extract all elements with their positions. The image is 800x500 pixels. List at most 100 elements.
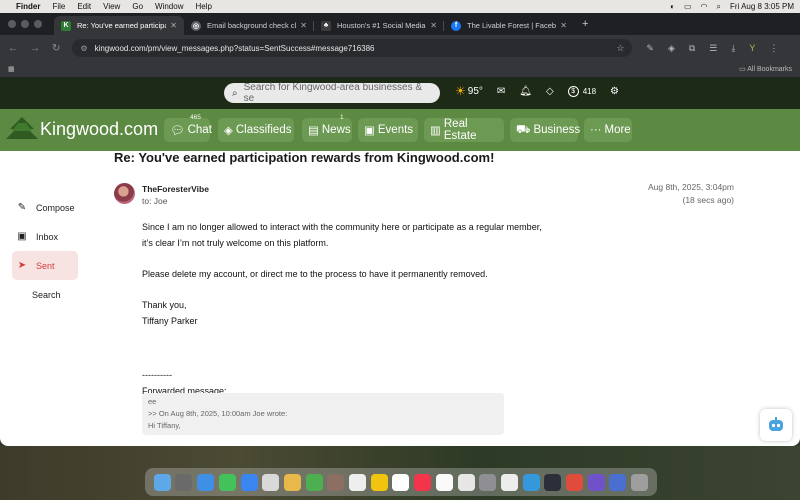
finder-icon[interactable] xyxy=(153,473,171,491)
settings-gear-icon[interactable]: ⚙ xyxy=(610,86,619,97)
sender-name[interactable]: TheForesterVibe xyxy=(142,184,209,194)
app-icon[interactable] xyxy=(544,473,562,491)
maps-icon[interactable] xyxy=(262,473,280,491)
browser-tab[interactable]: ◎ Email background check clea ✕ xyxy=(184,16,314,35)
dots-icon: ··· xyxy=(590,124,602,136)
nav-classifieds[interactable]: ◈ Classifieds xyxy=(218,118,294,142)
facetime-icon[interactable] xyxy=(305,473,323,491)
reload-icon[interactable]: ↻ xyxy=(52,43,60,54)
mail-icon[interactable]: ✉ xyxy=(497,86,505,97)
kingwood-logo[interactable]: Kingwood.com xyxy=(4,115,158,143)
close-tab-icon[interactable]: ✕ xyxy=(560,21,567,30)
menu-view[interactable]: View xyxy=(103,2,120,11)
sidebar-label: Compose xyxy=(36,202,75,213)
message-subject: Re: You've earned participation rewards … xyxy=(114,150,495,165)
sidebar-item-sent[interactable]: ➤ Sent xyxy=(12,251,78,280)
profile-icon[interactable]: Y xyxy=(749,43,755,54)
puzzle-icon[interactable]: ⧉ xyxy=(689,43,695,54)
app-icon[interactable] xyxy=(609,473,627,491)
close-window-button[interactable] xyxy=(8,20,16,28)
browser-tab[interactable]: ♣ Houston's #1 Social Media Ne ✕ xyxy=(314,16,444,35)
signoff: Thank you, xyxy=(142,300,187,310)
send-icon: ➤ xyxy=(17,260,27,271)
settings-app-icon[interactable] xyxy=(479,473,497,491)
window-controls xyxy=(8,20,42,28)
address-bar[interactable]: ⚙ kingwood.com/pm/view_messages.php?stat… xyxy=(72,39,633,57)
download-icon[interactable]: ⤓ xyxy=(731,43,735,54)
trash-icon[interactable] xyxy=(631,473,649,491)
music-icon[interactable] xyxy=(414,473,432,491)
site-info-icon[interactable]: ⚙ xyxy=(80,44,87,53)
nav-real-estate[interactable]: ▥ Real Estate xyxy=(424,118,504,142)
calendar-icon[interactable] xyxy=(349,473,367,491)
site-search-input[interactable]: ⌕ Search for Kingwood-area businesses & … xyxy=(224,82,440,104)
reminders-icon[interactable] xyxy=(392,473,410,491)
more-menu-icon[interactable]: ⋮ xyxy=(769,43,778,54)
minimize-window-button[interactable] xyxy=(21,20,29,28)
tree-logo-icon xyxy=(6,117,38,139)
weather[interactable]: ☀ 95° xyxy=(455,84,483,98)
calendar-date-icon[interactable] xyxy=(435,473,453,491)
apps-icon[interactable]: ▦ xyxy=(8,65,15,73)
extension-icon[interactable]: ◈ xyxy=(668,43,675,54)
close-tab-icon[interactable]: ✕ xyxy=(300,21,307,30)
messages-icon[interactable] xyxy=(218,473,236,491)
forward-icon[interactable]: → xyxy=(30,43,40,54)
app-store-icon[interactable] xyxy=(522,473,540,491)
clock[interactable]: Fri Aug 8 3:05 PM xyxy=(730,2,794,11)
news-badge: 1 xyxy=(340,114,344,121)
quote-header: >> On Aug 8th, 2025, 10:00am Joe wrote: xyxy=(148,409,288,418)
zoom-window-button[interactable] xyxy=(34,20,42,28)
photos-icon[interactable] xyxy=(283,473,301,491)
robot-icon xyxy=(769,417,783,431)
search-icon[interactable]: ⌕ xyxy=(716,2,720,12)
menu-go[interactable]: Go xyxy=(132,2,143,11)
nav-news[interactable]: 1 ▤ News xyxy=(302,114,352,142)
back-icon[interactable]: ← xyxy=(8,43,18,54)
close-tab-icon[interactable]: ✕ xyxy=(170,21,177,30)
nav-events[interactable]: ▣ Events xyxy=(358,118,418,142)
contacts-icon[interactable] xyxy=(327,473,345,491)
menu-window[interactable]: Window xyxy=(155,2,183,11)
nav-business[interactable]: ⛟ Business xyxy=(510,118,580,142)
launchpad-icon[interactable] xyxy=(175,473,193,491)
reading-list-icon[interactable]: ☰ xyxy=(709,43,717,54)
chrome-icon[interactable] xyxy=(566,473,584,491)
browser-toolbar: ← → ↻ ⚙ kingwood.com/pm/view_messages.ph… xyxy=(0,35,800,61)
battery-icon[interactable]: ▭ xyxy=(684,2,692,11)
safari-icon[interactable] xyxy=(197,473,215,491)
wifi-icon[interactable]: ◠ xyxy=(701,2,708,11)
coins[interactable]: $ 418 xyxy=(567,85,596,97)
sidebar-item-search[interactable]: Search xyxy=(12,280,78,309)
control-center-icon[interactable]: ◐ xyxy=(670,2,675,11)
nav-more[interactable]: ··· More xyxy=(584,118,632,142)
sidebar-item-compose[interactable]: ✎ Compose xyxy=(12,193,78,222)
menu-edit[interactable]: Edit xyxy=(77,2,91,11)
app-icon[interactable] xyxy=(587,473,605,491)
pen-icon[interactable]: ✎ xyxy=(646,43,654,54)
menu-file[interactable]: File xyxy=(52,2,65,11)
new-tab-icon[interactable]: + xyxy=(582,18,588,30)
menu-status-area: ◐ ▭ ◠ ⌕ Fri Aug 8 3:05 PM xyxy=(670,2,794,12)
nav-chat[interactable]: 465 💬︎ Chat xyxy=(164,114,212,142)
quote-mark: ee xyxy=(148,397,157,406)
assistant-bot-button[interactable] xyxy=(760,409,792,441)
notes-icon[interactable] xyxy=(370,473,388,491)
all-bookmarks[interactable]: ▭ All Bookmarks xyxy=(739,65,792,73)
avatar[interactable] xyxy=(114,183,135,204)
nav-label: News xyxy=(321,124,351,136)
menu-app-name[interactable]: Finder xyxy=(16,2,40,11)
freeform-icon[interactable] xyxy=(457,473,475,491)
sidebar-item-inbox[interactable]: ▣ Inbox xyxy=(12,222,78,251)
browser-tab[interactable]: K Re: You've earned participatio ✕ xyxy=(54,16,184,35)
mail-app-icon[interactable] xyxy=(240,473,258,491)
menu-help[interactable]: Help xyxy=(195,2,211,11)
textedit-icon[interactable] xyxy=(500,473,518,491)
nav-label: Chat xyxy=(187,124,212,136)
bell-icon[interactable]: 🔔︎ xyxy=(519,86,532,97)
bookmark-star-icon[interactable]: ☆ xyxy=(616,43,624,54)
browser-tab[interactable]: f The Livable Forest | Faceboo ✕ xyxy=(444,16,574,35)
kingwood-favicon-icon: K xyxy=(61,20,71,31)
close-tab-icon[interactable]: ✕ xyxy=(430,21,437,30)
layers-icon[interactable]: ◇ xyxy=(546,86,554,97)
